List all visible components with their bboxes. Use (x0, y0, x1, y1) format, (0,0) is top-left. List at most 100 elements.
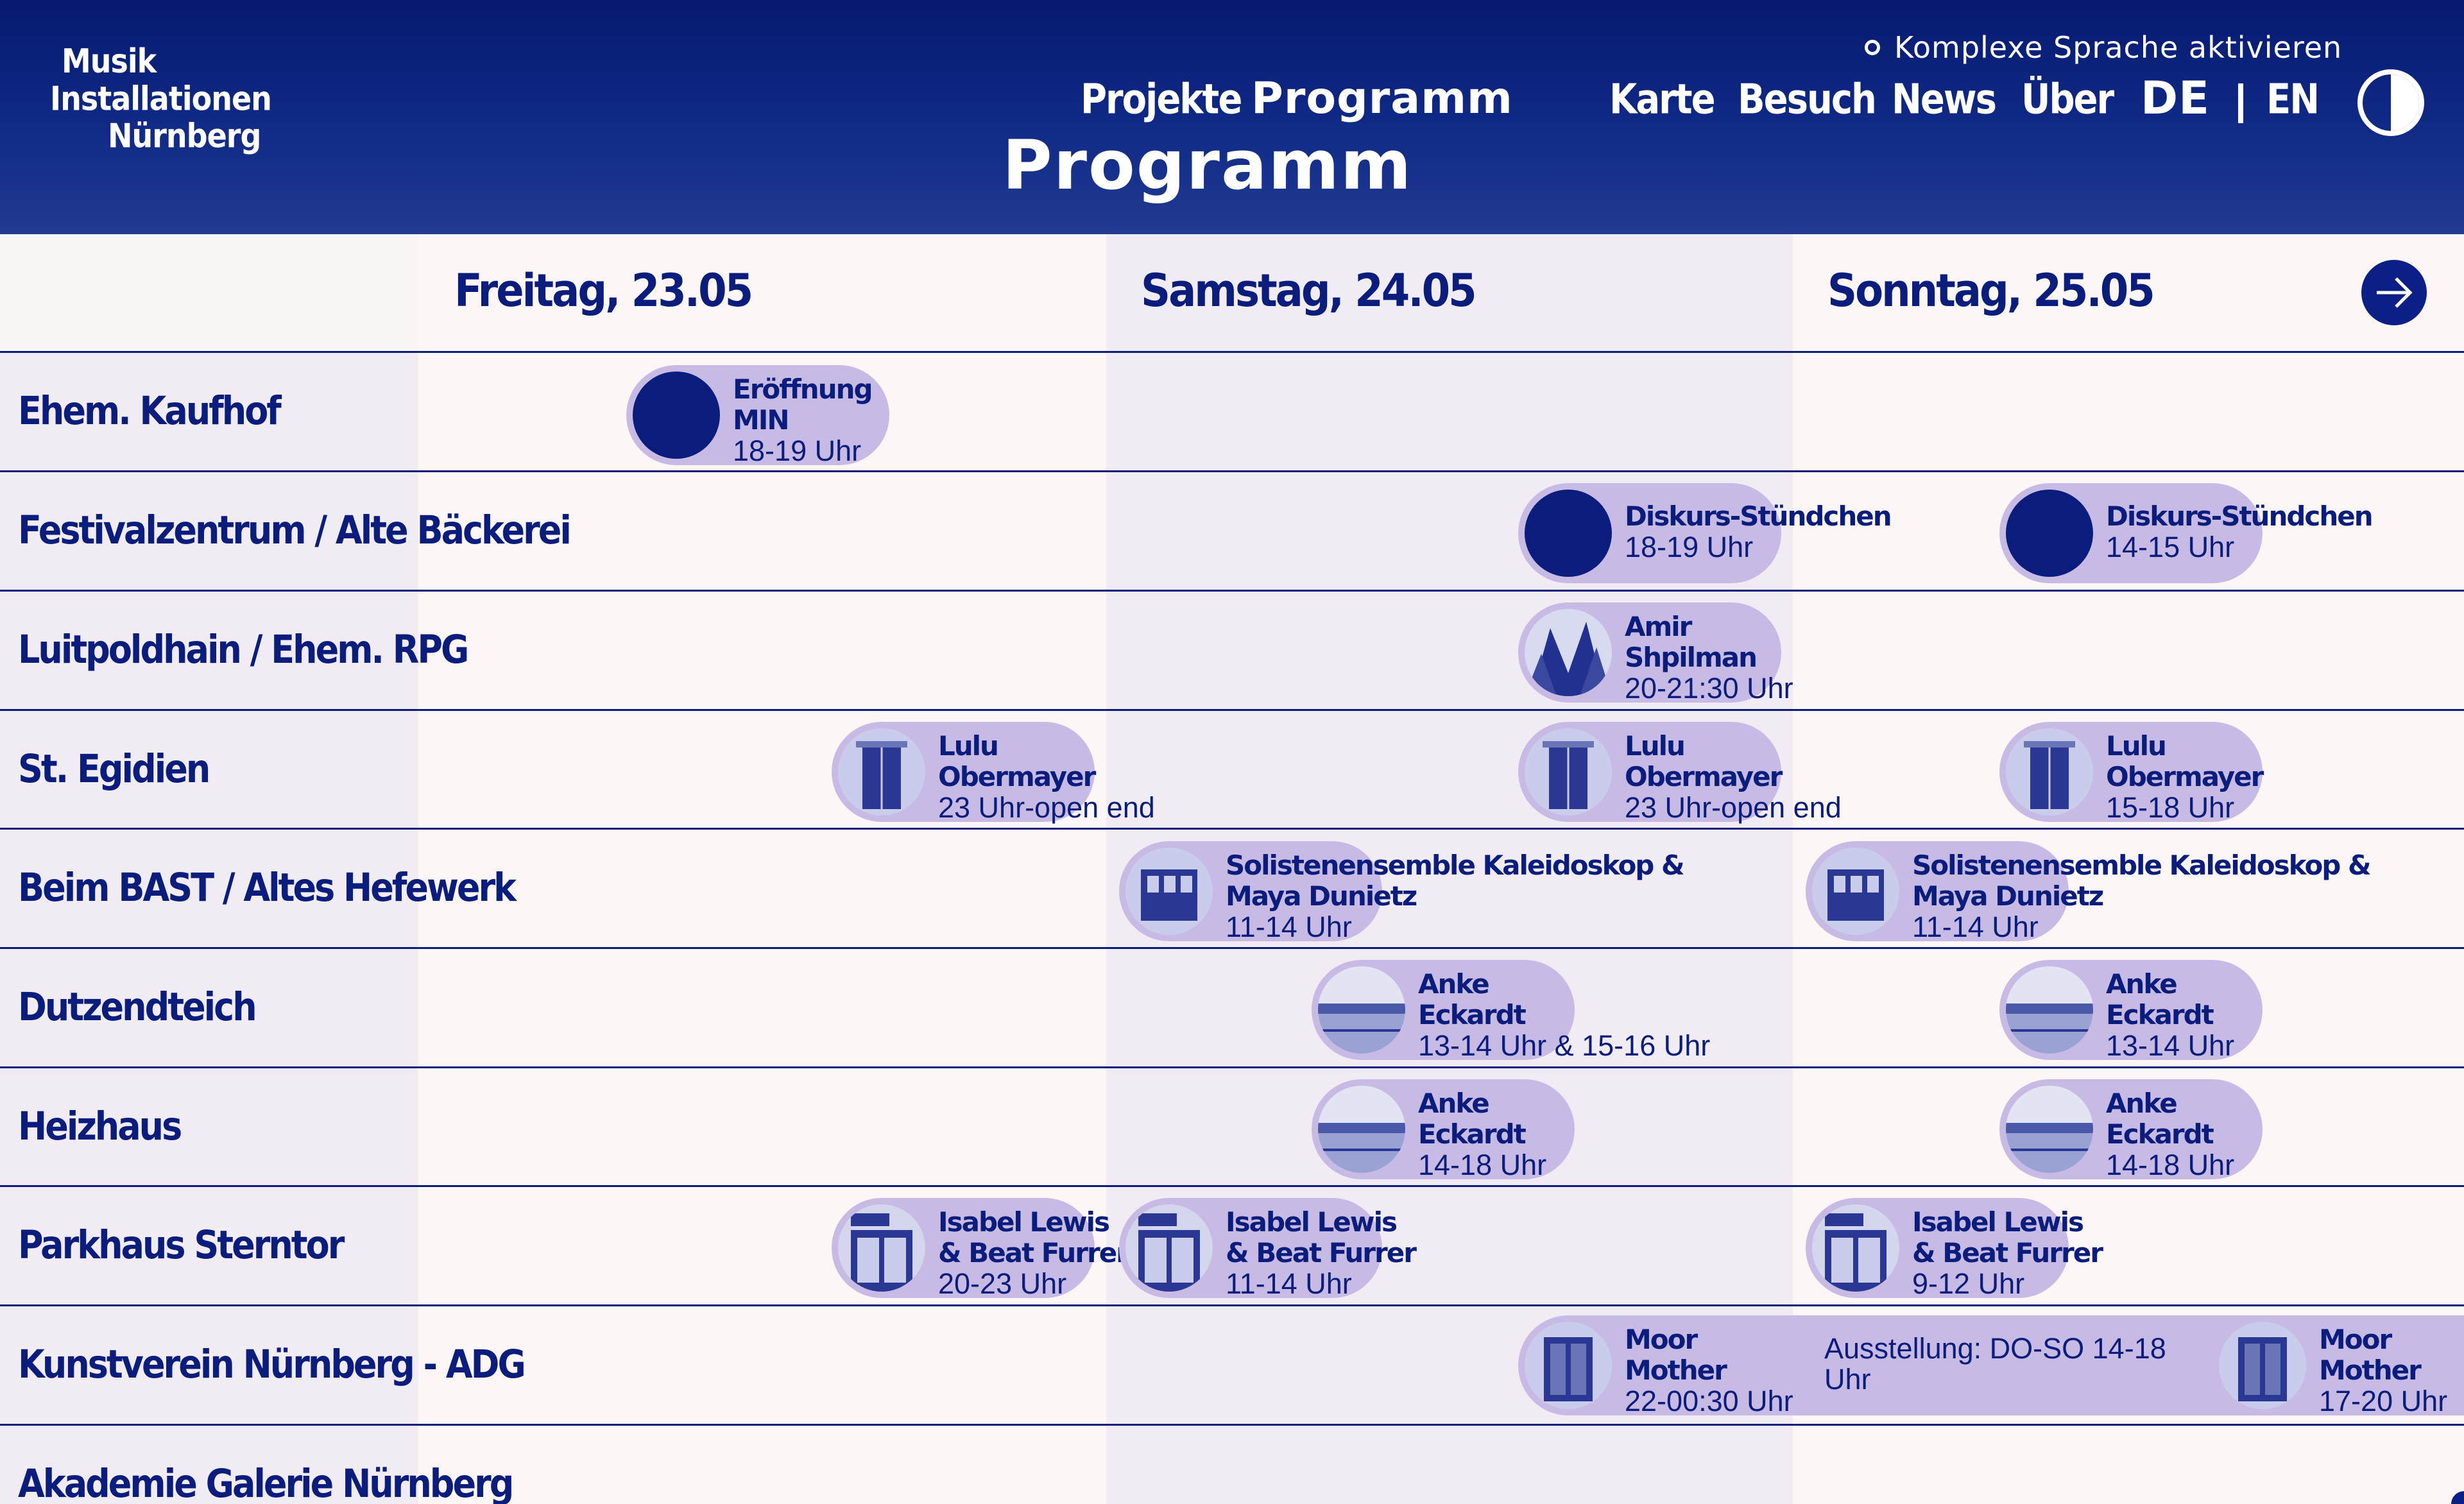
row-divider (0, 1185, 2464, 1187)
row-divider (0, 709, 2464, 711)
venue-label[interactable]: Heizhaus (18, 1104, 182, 1149)
event-title: Anke (2106, 1088, 2178, 1119)
row-divider (0, 828, 2464, 830)
page-title: Programm (1002, 126, 1413, 205)
nav-programm[interactable]: Programm (1251, 73, 1513, 124)
event-title: Anke (1418, 968, 1490, 1000)
nav-besuch[interactable]: Besuch (1738, 76, 1877, 124)
event-dot-icon (1525, 490, 1612, 577)
site-logo[interactable]: Musik Installationen Nürnberg (50, 41, 272, 155)
event-title: Isabel Lewis (1912, 1206, 2084, 1238)
event-title: Lulu (2106, 730, 2167, 762)
event-title: Moor (2319, 1324, 2392, 1355)
day-header-row: Freitag, 23.05 Samstag, 24.05 Sonntag, 2… (0, 234, 2464, 352)
venue-label[interactable]: Dutzendteich (18, 984, 257, 1030)
lake-photo-icon (1318, 966, 1405, 1054)
event-time: 13-14 Uhr & 15-16 Uhr (1418, 1029, 1711, 1062)
day-header-friday: Freitag, 23.05 (454, 265, 753, 318)
row-divider (0, 470, 2464, 472)
event-title: Eckardt (1418, 999, 1527, 1030)
day-header-sunday: Sonntag, 25.05 (1827, 265, 2155, 318)
day-header-saturday: Samstag, 24.05 (1141, 265, 1477, 318)
event-title: Eckardt (2106, 999, 2214, 1030)
venue-label[interactable]: Luitpoldhain / Ehem. RPG (18, 627, 469, 672)
venue-label[interactable]: Ehem. Kaufhof (18, 388, 282, 434)
exhibition-label: Ausstellung: DO-SO 14-18 Uhr (1824, 1332, 2166, 1396)
event-title: Isabel Lewis (1226, 1206, 1398, 1238)
complex-language-toggle[interactable]: Komplexe Sprache aktivieren (1865, 30, 2343, 65)
next-day-button[interactable] (2361, 260, 2427, 325)
event-title: & Beat Furrer (1912, 1237, 2103, 1269)
venue-label[interactable]: Akademie Galerie Nürnberg (18, 1461, 514, 1504)
half-circle-contrast-icon[interactable] (2357, 69, 2424, 136)
header-corner (0, 234, 418, 352)
logo-line-1: Musik (62, 41, 157, 81)
event-time: 22-00:30 Uhr (1625, 1385, 1793, 1417)
event-time: 23 Uhr-open end (938, 791, 1155, 824)
nav-karte[interactable]: Karte (1609, 76, 1716, 124)
event-title: Lulu (938, 730, 999, 762)
event-title: Obermayer (2106, 761, 2264, 792)
lang-en-link[interactable]: EN (2266, 76, 2320, 124)
event-title: Maya Dunietz (1912, 880, 2104, 912)
site-header: Musik Installationen Nürnberg Komplexe S… (0, 0, 2464, 234)
event-title: Isabel Lewis (938, 1206, 1110, 1238)
radio-ring-icon (1865, 40, 1880, 55)
door-photo-icon (838, 728, 925, 816)
venue-label[interactable]: Parkhaus Sterntor (18, 1222, 345, 1268)
lake-photo-icon (2006, 1086, 2093, 1173)
logo-line-2: Installationen (50, 79, 272, 118)
parking-photo-icon (1812, 1204, 1899, 1292)
parking-photo-icon (1125, 1204, 1213, 1292)
event-title: Eckardt (1418, 1118, 1527, 1150)
event-title: Obermayer (938, 761, 1096, 792)
venue-label[interactable]: St. Egidien (18, 746, 210, 792)
event-title: Eröffnung (733, 373, 873, 405)
event-title: Amir (1625, 611, 1692, 642)
row-divider (0, 1424, 2464, 1426)
event-time: 18-19 Uhr (733, 434, 862, 467)
row-divider (0, 590, 2464, 592)
row-divider (0, 351, 2464, 353)
nav-projekte[interactable]: Projekte (1081, 76, 1242, 124)
lake-photo-icon (2006, 966, 2093, 1054)
tree-photo-icon (1525, 609, 1612, 696)
door-photo-icon (1525, 728, 1612, 816)
event-title: Anke (1418, 1088, 1490, 1119)
logo-line-3: Nürnberg (108, 116, 261, 155)
row-divider (0, 1304, 2464, 1306)
event-title: Solistenensemble Kaleidoskop & (1912, 850, 2372, 881)
gate-photo-icon (1525, 1322, 1612, 1409)
event-time: 15-18 Uhr (2106, 791, 2235, 824)
lake-photo-icon (1318, 1086, 1405, 1173)
complex-language-label: Komplexe Sprache aktivieren (1894, 30, 2343, 65)
building-photo-icon (1125, 848, 1213, 935)
lang-de-link[interactable]: DE (2141, 72, 2210, 124)
event-title: Lulu (1625, 730, 1686, 762)
program-schedule: Freitag, 23.05 Samstag, 24.05 Sonntag, 2… (0, 234, 2464, 1504)
event-time: 20-21:30 Uhr (1625, 672, 1793, 705)
event-time: 14-18 Uhr (1418, 1149, 1547, 1181)
venue-label[interactable]: Beim BAST / Altes Hefewerk (18, 865, 517, 910)
event-time: 14-15 Uhr (2106, 531, 2235, 563)
venue-label[interactable]: Festivalzentrum / Alte Bäckerei (18, 508, 572, 553)
event-title: Shpilman (1625, 642, 1758, 673)
event-time: 23 Uhr-open end (1625, 791, 1842, 824)
nav-news[interactable]: News (1892, 76, 1997, 124)
event-title: Anke (2106, 968, 2178, 1000)
event-time: 18-19 Uhr (1625, 531, 1754, 563)
row-divider (0, 1066, 2464, 1068)
event-title: Maya Dunietz (1226, 880, 1417, 912)
event-title: Mother (1625, 1354, 1727, 1386)
event-time: 20-23 Uhr (938, 1267, 1067, 1300)
nav-ueber[interactable]: Über (2021, 76, 2114, 124)
gate-photo-icon (2219, 1322, 2306, 1409)
arrow-right-icon (2377, 277, 2413, 308)
event-time: 11-14 Uhr (1226, 1267, 1352, 1300)
event-title: Mother (2319, 1354, 2422, 1386)
event-time: 11-14 Uhr (1226, 910, 1352, 943)
venue-label[interactable]: Kunstverein Nürnberg - ADG (18, 1342, 526, 1387)
event-dot-icon (2006, 490, 2093, 577)
event-time: 14-18 Uhr (2106, 1149, 2235, 1181)
event-title: Diskurs-Stündchen (1625, 500, 1892, 532)
